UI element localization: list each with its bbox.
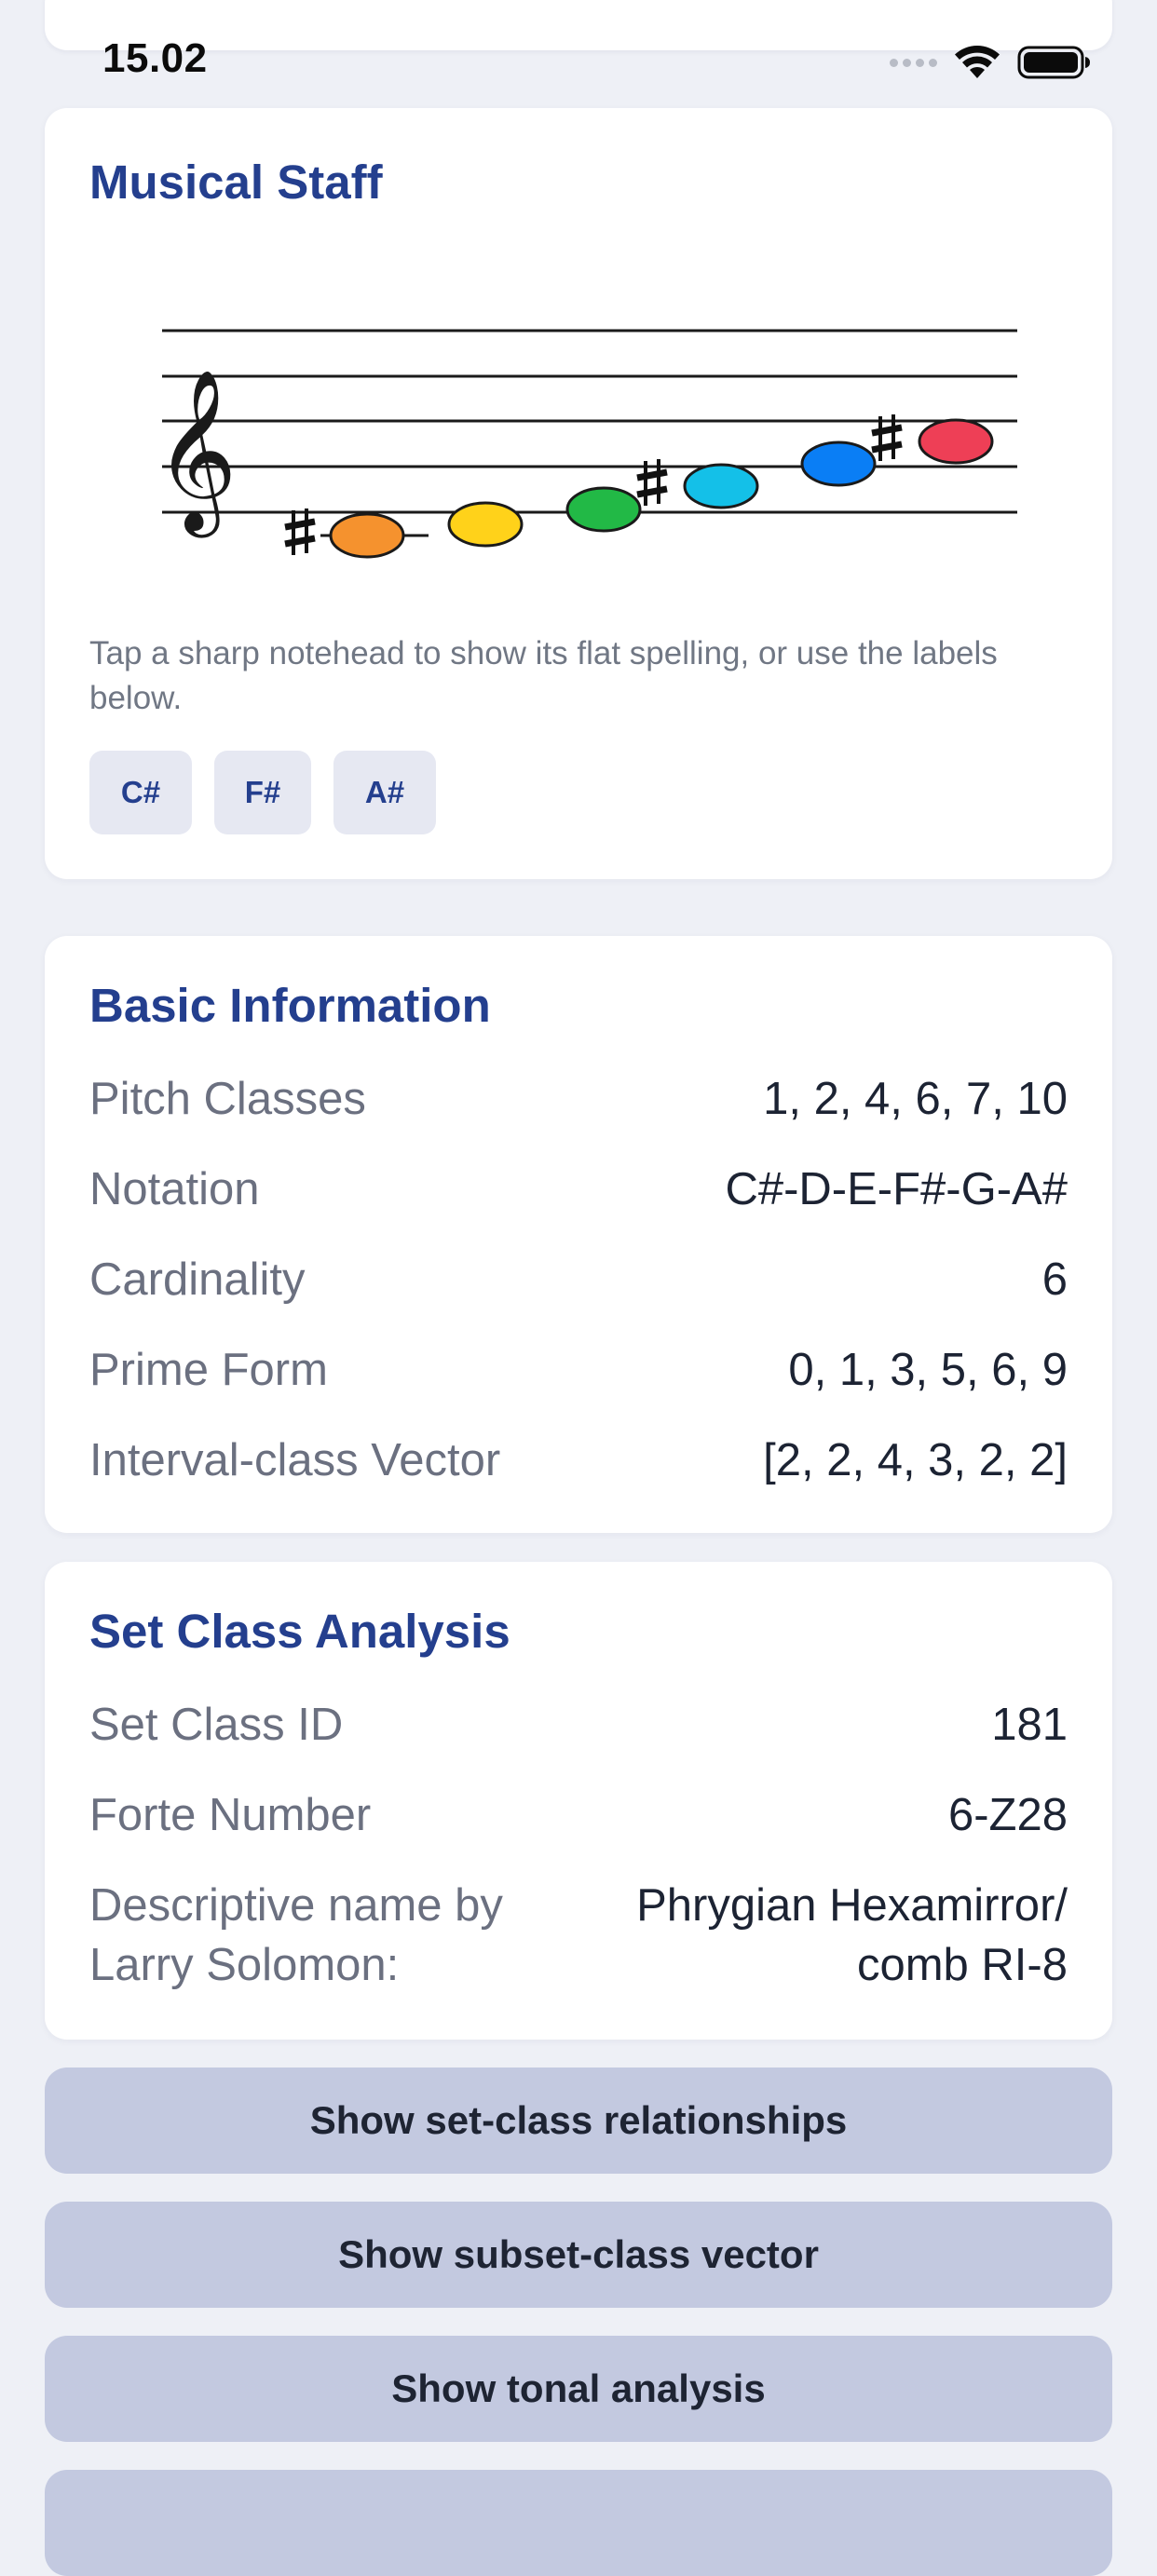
set-class-id-value: 181	[991, 1700, 1068, 1750]
status-icons	[890, 45, 1092, 80]
show-set-class-relationships-button[interactable]: Show set-class relationships	[45, 2068, 1112, 2174]
battery-icon	[1017, 46, 1090, 79]
chip-a-sharp[interactable]: A#	[333, 751, 436, 834]
cardinality-value: 6	[1041, 1254, 1068, 1305]
prime-form-label: Prime Form	[89, 1345, 328, 1395]
forte-number-label: Forte Number	[89, 1790, 372, 1840]
sharp-icon[interactable]	[284, 508, 316, 555]
notehead-e	[565, 486, 642, 533]
notation-value: C#-D-E-F#-G-A#	[725, 1164, 1068, 1214]
set-class-analysis-card: Set Class Analysis Set Class ID 181 Fort…	[45, 1562, 1112, 2040]
show-tonal-analysis-button[interactable]: Show tonal analysis	[45, 2336, 1112, 2442]
status-bar: 15.02	[0, 34, 1157, 93]
forte-number-value: 6-Z28	[947, 1790, 1068, 1840]
pitch-classes-label: Pitch Classes	[89, 1074, 366, 1124]
prime-form-value: 0, 1, 3, 5, 6, 9	[788, 1345, 1068, 1395]
descriptive-name-label-line2: Larry Solomon:	[89, 1940, 400, 1990]
basic-information-title: Basic Information	[89, 979, 491, 1032]
set-class-analysis-title: Set Class Analysis	[89, 1605, 510, 1658]
staff-lines	[162, 329, 1017, 514]
show-subset-class-vector-button[interactable]: Show subset-class vector	[45, 2202, 1112, 2308]
descriptive-name-value-line2: comb RI-8	[856, 1940, 1068, 1990]
interval-class-vector-value: [2, 2, 4, 3, 2, 2]	[763, 1435, 1068, 1485]
basic-information-card: Basic Information Pitch Classes 1, 2, 4,…	[45, 936, 1112, 1533]
notehead-g	[800, 441, 877, 487]
notation-label: Notation	[89, 1164, 260, 1214]
chip-f-sharp[interactable]: F#	[214, 751, 311, 834]
staff-notation: 𝄞	[155, 329, 1017, 559]
set-class-id-label: Set Class ID	[89, 1700, 344, 1750]
interval-class-vector-label: Interval-class Vector	[89, 1435, 501, 1485]
descriptive-name-value: Phrygian Hexamirror/ comb RI-8	[636, 1876, 1068, 1995]
status-time: 15.02	[102, 35, 208, 81]
notehead-f-sharp[interactable]	[683, 463, 759, 509]
next-action-button-partial[interactable]	[45, 2470, 1112, 2576]
staff-hint-text: Tap a sharp notehead to show its flat sp…	[89, 635, 998, 716]
descriptive-name-label: Descriptive name by Larry Solomon:	[89, 1876, 503, 1995]
notehead-c-sharp[interactable]	[329, 512, 405, 559]
cardinality-label: Cardinality	[89, 1254, 306, 1305]
pitch-classes-value: 1, 2, 4, 6, 7, 10	[763, 1074, 1068, 1124]
notehead-d	[447, 501, 524, 548]
wifi-icon	[955, 45, 1000, 78]
descriptive-name-label-line1: Descriptive name by	[89, 1880, 503, 1931]
notehead-a-sharp[interactable]	[918, 418, 994, 465]
musical-staff-card: Musical Staff 𝄞 Tap a sharp notehead to …	[45, 108, 1112, 879]
treble-clef-icon: 𝄞	[155, 369, 238, 538]
signal-dots-icon	[890, 58, 937, 67]
chip-c-sharp[interactable]: C#	[89, 751, 192, 834]
descriptive-name-value-line1: Phrygian Hexamirror/	[636, 1880, 1068, 1931]
